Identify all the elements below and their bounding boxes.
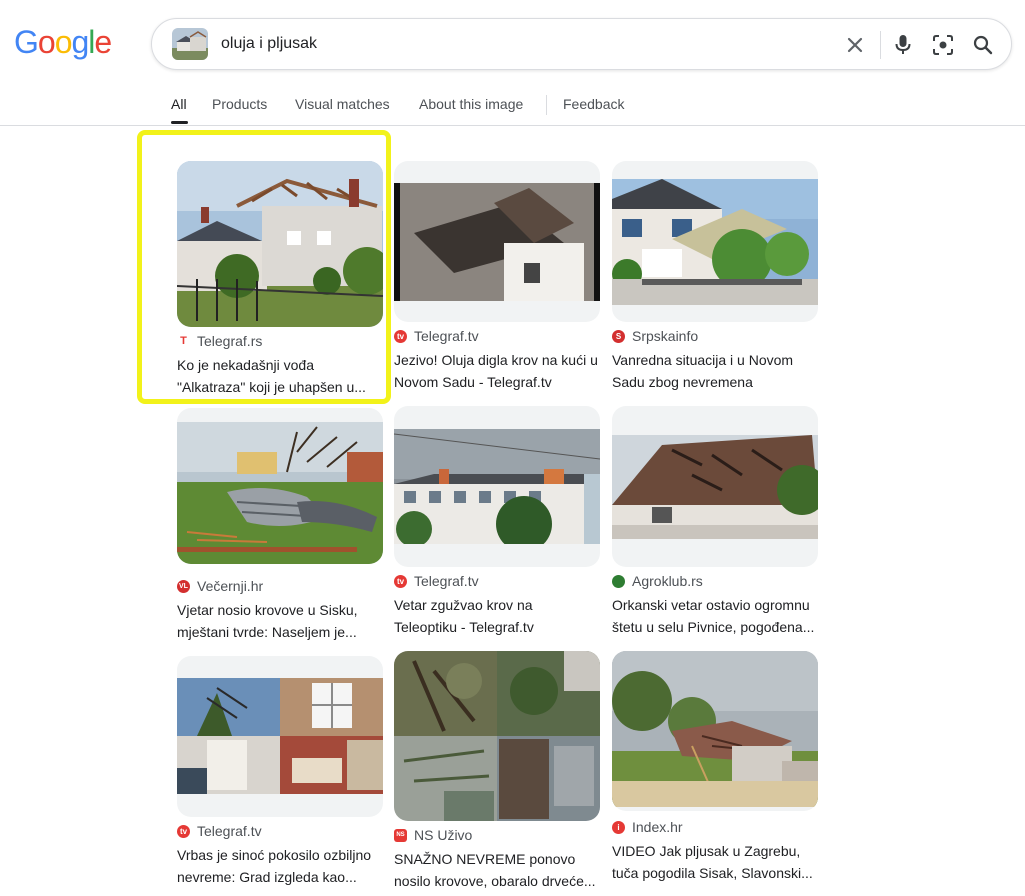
search-box[interactable]: oluja i pljusak xyxy=(151,18,1012,70)
result-title-line: nosilo krovove, obaralo drveće... xyxy=(394,873,596,889)
result-title[interactable]: VIDEO Jak pljusak u Zagrebu, tuča pogodi… xyxy=(612,840,822,884)
result-card[interactable]: VL Večernji.hr Vjetar nosio krovove u Si… xyxy=(177,408,383,640)
result-source-name: Telegraf.tv xyxy=(197,823,262,839)
result-title-line: Teleoptiku - Telegraf.tv xyxy=(394,619,534,635)
result-thumbnail[interactable] xyxy=(612,161,818,322)
result-title[interactable]: Ko je nekadašnji vođa "Alkatraza" koji j… xyxy=(177,354,387,398)
logo-letter: g xyxy=(71,24,89,60)
result-title-line: Ko je nekadašnji vođa xyxy=(177,357,314,373)
result-title[interactable]: SNAŽNO NEVREME ponovo nosilo krovove, ob… xyxy=(394,848,604,892)
result-source-name: Telegraf.tv xyxy=(414,573,479,589)
search-image-thumbnail[interactable] xyxy=(172,28,208,60)
tab-all[interactable]: All xyxy=(171,96,187,112)
result-source-name: NS Uživo xyxy=(414,827,473,843)
tab-feedback[interactable]: Feedback xyxy=(563,96,624,112)
result-title[interactable]: Vanredna situacija i u Novom Sadu zbog n… xyxy=(612,349,822,393)
result-source[interactable]: tv Telegraf.tv xyxy=(394,573,479,589)
result-title-line: Orkanski vetar ostavio ogromnu xyxy=(612,597,810,613)
logo-letter: o xyxy=(37,24,56,60)
result-title-line: Sadu zbog nevremena xyxy=(612,374,753,390)
favicon-icon: tv xyxy=(394,574,407,588)
result-thumbnail[interactable] xyxy=(394,161,600,322)
google-logo[interactable]: Google xyxy=(14,24,112,61)
favicon-icon: NS xyxy=(394,828,407,842)
result-title-line: Vjetar nosio krovove u Sisku, xyxy=(177,602,358,618)
result-source[interactable]: S Srpskainfo xyxy=(612,328,698,344)
result-card[interactable]: T Telegraf.rs Ko je nekadašnji vođa "Alk… xyxy=(177,161,383,395)
result-source[interactable]: Agroklub.rs xyxy=(612,573,703,589)
logo-letter: o xyxy=(54,24,73,60)
result-card[interactable]: tv Telegraf.tv Jezivo! Oluja digla krov … xyxy=(394,161,600,390)
result-thumbnail[interactable] xyxy=(177,408,383,564)
result-title-line: štetu u selu Pivnice, pogođena... xyxy=(612,619,815,635)
active-tab-indicator xyxy=(171,121,188,124)
result-card[interactable]: Agroklub.rs Orkanski vetar ostavio ogrom… xyxy=(612,406,818,635)
result-source-name: Srpskainfo xyxy=(632,328,699,344)
result-title[interactable]: Vjetar nosio krovove u Sisku, mještani t… xyxy=(177,599,387,643)
logo-letter: e xyxy=(94,24,112,60)
result-thumbnail[interactable] xyxy=(394,406,600,567)
result-source-name: Večernji.hr xyxy=(197,578,264,594)
result-source-name: Agroklub.rs xyxy=(632,573,703,589)
result-title-line: Vanredna situacija i u Novom xyxy=(612,352,794,368)
result-title[interactable]: Orkanski vetar ostavio ogromnu štetu u s… xyxy=(612,594,822,638)
result-title-line: Jezivo! Oluja digla krov na kući u xyxy=(394,352,598,368)
result-thumbnail[interactable] xyxy=(612,406,818,567)
favicon-icon: T xyxy=(180,335,187,347)
favicon-icon: VL xyxy=(177,579,190,593)
result-thumbnail[interactable] xyxy=(394,651,600,821)
result-title-line: tuča pogodila Sisak, Slavonski... xyxy=(612,865,813,881)
result-thumbnail[interactable] xyxy=(612,651,818,811)
tab-visual-matches[interactable]: Visual matches xyxy=(295,96,390,112)
result-source[interactable]: NS NS Uživo xyxy=(394,827,472,843)
result-title-line: SNAŽNO NEVREME ponovo xyxy=(394,851,576,867)
favicon-icon: S xyxy=(612,329,625,343)
result-title-line: mještani tvrde: Naseljem je... xyxy=(177,624,357,640)
result-card[interactable]: tv Telegraf.tv Vetar zgužvao krov na Tel… xyxy=(394,406,600,635)
favicon-icon xyxy=(612,574,625,588)
favicon-icon: i xyxy=(612,820,625,834)
search-icon[interactable] xyxy=(970,32,996,58)
favicon-icon: tv xyxy=(177,824,190,838)
logo-letter: G xyxy=(14,24,39,60)
result-title[interactable]: Vrbas je sinoć pokosilo ozbiljno nevreme… xyxy=(177,844,387,888)
result-source[interactable]: i Index.hr xyxy=(612,819,683,835)
result-source[interactable]: tv Telegraf.tv xyxy=(394,328,479,344)
result-source[interactable]: T Telegraf.rs xyxy=(177,333,262,349)
header-divider xyxy=(0,125,1025,126)
result-title-line: Novom Sadu - Telegraf.tv xyxy=(394,374,552,390)
result-source-name: Index.hr xyxy=(632,819,683,835)
tab-products[interactable]: Products xyxy=(212,96,267,112)
result-title-line: nevreme: Grad izgleda kao... xyxy=(177,869,357,885)
favicon-icon: tv xyxy=(394,329,407,343)
result-thumbnail[interactable] xyxy=(177,656,383,817)
result-title-line: Vetar zgužvao krov na xyxy=(394,597,533,613)
search-query-text[interactable]: oluja i pljusak xyxy=(221,35,317,53)
tab-separator xyxy=(546,95,547,115)
result-card[interactable]: NS NS Uživo SNAŽNO NEVREME ponovo nosilo… xyxy=(394,651,600,889)
result-source-name: Telegraf.tv xyxy=(414,328,479,344)
tab-about-this-image[interactable]: About this image xyxy=(419,96,523,112)
close-icon[interactable] xyxy=(842,32,868,58)
result-card[interactable]: tv Telegraf.tv Vrbas je sinoć pokosilo o… xyxy=(177,656,383,885)
result-card[interactable]: i Index.hr VIDEO Jak pljusak u Zagrebu, … xyxy=(612,651,818,881)
result-title-line: VIDEO Jak pljusak u Zagrebu, xyxy=(612,843,801,859)
result-title-line: "Alkatraza" koji je uhapšen u... xyxy=(177,379,366,395)
result-source[interactable]: VL Večernji.hr xyxy=(177,578,263,594)
result-source-name: Telegraf.rs xyxy=(197,333,263,349)
result-title[interactable]: Vetar zgužvao krov na Teleoptiku - Teleg… xyxy=(394,594,604,638)
result-title[interactable]: Jezivo! Oluja digla krov na kući u Novom… xyxy=(394,349,604,393)
lens-icon[interactable] xyxy=(930,32,956,58)
result-title-line: Vrbas je sinoć pokosilo ozbiljno xyxy=(177,847,372,863)
microphone-icon[interactable] xyxy=(890,32,916,58)
result-thumbnail[interactable] xyxy=(177,161,383,327)
result-source[interactable]: tv Telegraf.tv xyxy=(177,823,262,839)
result-card[interactable]: S Srpskainfo Vanredna situacija i u Novo… xyxy=(612,161,818,390)
search-divider xyxy=(880,31,881,59)
